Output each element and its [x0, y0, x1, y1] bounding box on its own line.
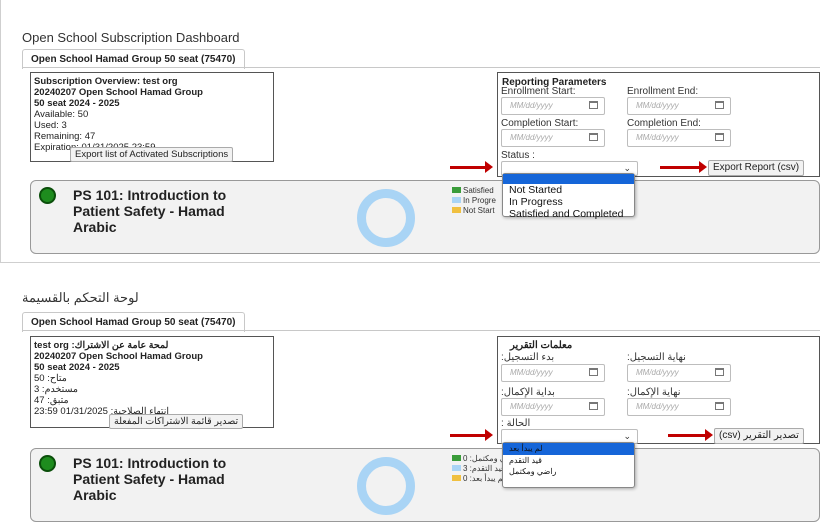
calendar-icon[interactable]: [589, 101, 598, 109]
export-activated-subscriptions-button[interactable]: تصدير قائمة الاشتراكات المفعلة: [109, 414, 244, 429]
enrollment-end-label: Enrollment End:: [627, 86, 699, 97]
available-count: Available: 50: [34, 109, 89, 120]
completion-start-label: :بداية الإكمال: [501, 387, 555, 398]
export-report-button[interactable]: Export Report (csv): [708, 160, 805, 176]
course-legend: Satisfied In Progre Not Start: [452, 186, 497, 216]
progress-donut-chart: [357, 457, 415, 515]
status-dot-icon: [39, 455, 56, 472]
overview-line3: 50 seat 2024 - 2025: [34, 98, 120, 109]
course-card[interactable]: PS 101: Introduction to Patient Safety -…: [30, 180, 820, 254]
completion-end-label: :نهاية الإكمال: [627, 387, 681, 398]
panel-border-left: [0, 0, 1, 263]
legend-item-satisfied: راضي ومكتمل: 0: [452, 454, 502, 464]
calendar-icon[interactable]: [715, 402, 724, 410]
remaining-count: Remaining: 47: [34, 131, 96, 142]
course-title-line1: PS 101: Introduction to: [73, 187, 227, 203]
calendar-icon[interactable]: [589, 133, 598, 141]
dropdown-highlight-row[interactable]: لم يبدأ بعد: [503, 443, 634, 455]
legend-item-not-started: لم يبدأ بعد: 0: [452, 474, 502, 484]
enrollment-end-label: :نهاية التسجيل: [627, 352, 686, 363]
status-label: Status :: [501, 150, 535, 161]
course-title-line3: Arabic: [73, 219, 117, 235]
dropdown-highlight-row[interactable]: [503, 174, 634, 184]
overview-line2: 20240207 Open School Hamad Group: [34, 351, 203, 362]
legend-item-not-started: Not Start: [452, 206, 497, 216]
course-title-line2: Patient Safety - Hamad: [73, 471, 225, 487]
course-title-line1: PS 101: Introduction to: [73, 455, 227, 471]
overview-line1: test org :لمحة عامة عن الاشتراك: [34, 340, 169, 351]
calendar-icon[interactable]: [715, 101, 724, 109]
status-dropdown-list: لم يبدأ بعد قيد التقدم راضي ومكتمل: [502, 442, 635, 488]
reporting-parameters-heading: معلمات التقرير: [510, 340, 573, 351]
tab-subscription[interactable]: Open School Hamad Group 50 seat (75470): [22, 49, 245, 69]
legend-item-in-progress: قيد التقدم: 3: [452, 464, 502, 474]
export-activated-subscriptions-button[interactable]: Export list of Activated Subscriptions: [70, 147, 234, 162]
completion-end-label: Completion End:: [627, 118, 701, 129]
overview-line1: Subscription Overview: test org: [34, 76, 178, 87]
tab-divider: [22, 67, 820, 68]
panel-border-bottom: [0, 262, 820, 263]
status-dot-icon: [39, 187, 56, 204]
calendar-icon[interactable]: [715, 133, 724, 141]
status-option-satisfied-completed[interactable]: راضي ومكتمل: [503, 466, 634, 477]
status-label: : الحالة: [501, 418, 531, 429]
arabic-dashboard-panel: لوحة التحكم بالقسيمة Open School Hamad G…: [0, 268, 820, 526]
course-title: PS 101: Introduction to Patient Safety -…: [73, 187, 226, 235]
course-title-line3: Arabic: [73, 487, 117, 503]
legend-item-in-progress: In Progre: [452, 196, 497, 206]
course-title: PS 101: Introduction to Patient Safety -…: [73, 455, 226, 503]
calendar-icon[interactable]: [589, 402, 598, 410]
legend-item-satisfied: Satisfied: [452, 186, 497, 196]
tab-subscription[interactable]: Open School Hamad Group 50 seat (75470): [22, 312, 245, 332]
arrow-right-icon: [660, 161, 707, 173]
available-count: متاح: 50: [34, 373, 67, 384]
status-option-in-progress[interactable]: In Progress: [503, 196, 634, 208]
remaining-count: متبق: 47: [34, 395, 69, 406]
arrow-right-icon: [450, 429, 493, 441]
calendar-icon[interactable]: [589, 368, 598, 376]
course-legend: راضي ومكتمل: 0 قيد التقدم: 3 لم يبدأ بعد…: [452, 454, 502, 484]
tab-divider: [22, 330, 820, 331]
calendar-icon[interactable]: [715, 368, 724, 376]
arrow-right-icon: [450, 161, 493, 173]
course-card[interactable]: PS 101: Introduction to Patient Safety -…: [30, 448, 820, 522]
course-title-line2: Patient Safety - Hamad: [73, 203, 225, 219]
status-option-satisfied-completed[interactable]: Satisfied and Completed: [503, 208, 634, 220]
enrollment-start-label: Enrollment Start:: [501, 86, 576, 97]
status-option-not-started[interactable]: Not Started: [503, 184, 634, 196]
enrollment-start-label: :بدء التسجيل: [501, 352, 555, 363]
page-title: Open School Subscription Dashboard: [22, 30, 240, 45]
progress-donut-chart: [357, 189, 415, 247]
english-dashboard-panel: Open School Subscription Dashboard Open …: [0, 0, 820, 263]
status-dropdown-list: Not Started In Progress Satisfied and Co…: [502, 173, 635, 220]
overview-line3: 50 seat 2024 - 2025: [34, 362, 120, 373]
status-option-in-progress[interactable]: قيد التقدم: [503, 455, 634, 466]
completion-start-label: Completion Start:: [501, 118, 579, 129]
used-count: مستخدم: 3: [34, 384, 79, 395]
export-report-button[interactable]: (csv) تصدير التقرير: [714, 428, 804, 444]
status-option-not-started[interactable]: لم يبدأ بعد: [503, 443, 549, 455]
page-title: لوحة التحكم بالقسيمة: [22, 290, 139, 305]
arrow-right-icon: [668, 429, 713, 441]
used-count: Used: 3: [34, 120, 67, 131]
overview-line2: 20240207 Open School Hamad Group: [34, 87, 203, 98]
